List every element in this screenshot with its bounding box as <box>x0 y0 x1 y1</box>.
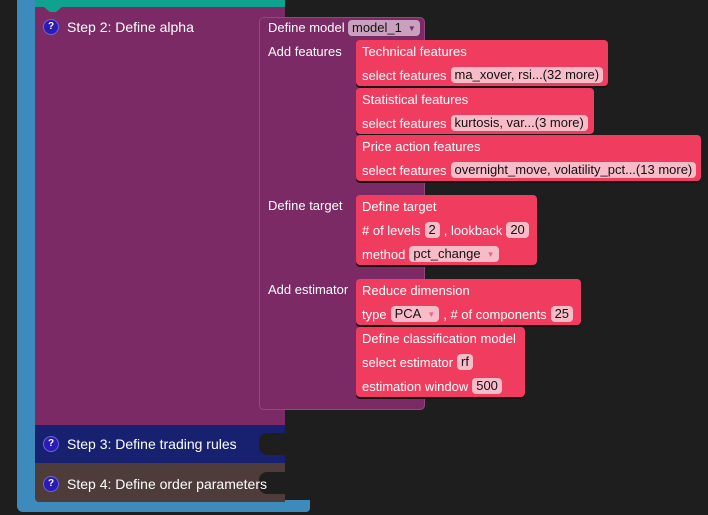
step1-block-bottom[interactable] <box>35 0 285 7</box>
define-model-bottom <box>259 398 425 410</box>
classification-model-block[interactable]: Define classification model select estim… <box>356 327 525 397</box>
levels-input[interactable]: 2 <box>424 222 440 238</box>
model-name-value: model_1 <box>352 20 402 35</box>
classification-model-title: Define classification model <box>362 331 516 346</box>
price-action-features-title: Price action features <box>362 139 481 154</box>
statistical-features-title: Statistical features <box>362 92 469 107</box>
method-value: pct_change <box>413 246 481 261</box>
define-target-label: Define target <box>268 198 343 213</box>
select-features-label: select features <box>362 115 447 131</box>
help-icon[interactable]: ? <box>43 476 59 492</box>
add-estimator-label: Add estimator <box>268 282 349 297</box>
dropdown-arrow-icon: ▼ <box>427 309 436 319</box>
estimator-label: select estimator <box>362 354 454 370</box>
step3-label: Step 3: Define trading rules <box>67 436 237 452</box>
components-label: , # of components <box>443 306 547 322</box>
model-name-dropdown[interactable]: model_1 ▼ <box>348 20 420 36</box>
statistical-features-field[interactable]: kurtosis, var...(3 more) <box>450 115 588 131</box>
components-input[interactable]: 25 <box>550 306 574 322</box>
type-value: PCA <box>394 306 422 321</box>
reduce-dimension-block[interactable]: Reduce dimension type PCA ▼ , # of compon… <box>356 279 581 325</box>
add-features-label: Add features <box>268 44 342 59</box>
window-input[interactable]: 500 <box>472 378 502 394</box>
select-features-label: select features <box>362 162 447 178</box>
step2-block[interactable] <box>35 7 285 425</box>
define-target-title: Define target <box>362 199 437 214</box>
workspace-gap <box>286 410 426 425</box>
lookback-input[interactable]: 20 <box>506 222 529 238</box>
step3-input-connector <box>259 433 285 455</box>
window-label: estimation window <box>362 378 469 394</box>
type-dropdown[interactable]: PCA ▼ <box>390 306 440 322</box>
define-target-block[interactable]: Define target # of levels 2 , lookback 2… <box>356 195 537 265</box>
lookback-label: , lookback <box>443 222 503 238</box>
price-action-features-block[interactable]: Price action features select features ov… <box>356 135 701 181</box>
statistical-features-block[interactable]: Statistical features select features kur… <box>356 88 594 134</box>
estimator-input[interactable]: rf <box>457 354 473 370</box>
method-dropdown[interactable]: pct_change ▼ <box>409 246 499 262</box>
type-label: type <box>362 306 387 322</box>
levels-label: # of levels <box>362 222 421 238</box>
price-action-features-field[interactable]: overnight_move, volatility_pct...(13 mor… <box>450 162 697 178</box>
method-label: method <box>362 246 406 262</box>
help-icon[interactable]: ? <box>43 19 59 35</box>
technical-features-block[interactable]: Technical features select features ma_xo… <box>356 40 608 86</box>
step2-label: Step 2: Define alpha <box>67 19 194 35</box>
define-model-label: Define model <box>268 20 345 35</box>
technical-features-field[interactable]: ma_xover, rsi...(32 more) <box>450 67 604 83</box>
step4-label: Step 4: Define order parameters <box>67 476 267 492</box>
dropdown-arrow-icon: ▼ <box>407 23 416 33</box>
dropdown-arrow-icon: ▼ <box>486 249 495 259</box>
reduce-dimension-title: Reduce dimension <box>362 283 470 298</box>
step2-notch <box>44 7 62 12</box>
technical-features-title: Technical features <box>362 44 467 59</box>
select-features-label: select features <box>362 67 447 83</box>
help-icon[interactable]: ? <box>43 436 59 452</box>
